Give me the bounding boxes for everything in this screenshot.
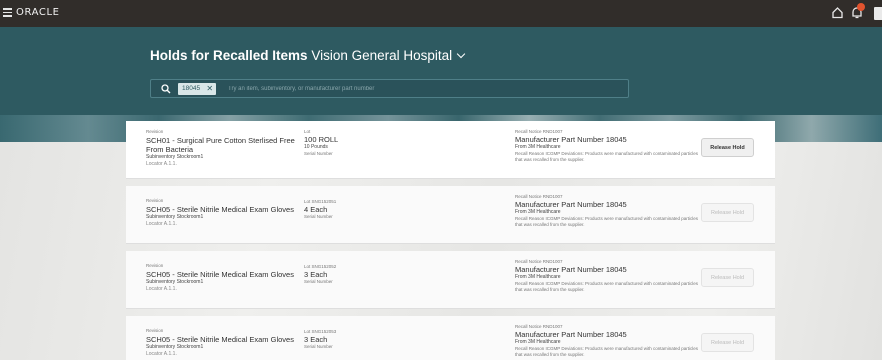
secondary-quantity: 10 Pounds bbox=[304, 144, 328, 150]
user-avatar[interactable] bbox=[874, 7, 882, 20]
search-bar[interactable]: 18045 ✕ bbox=[150, 79, 629, 98]
manufacturer-part-number: Manufacturer Part Number 18045 bbox=[515, 265, 627, 274]
release-hold-button[interactable]: Release Hold bbox=[701, 268, 754, 287]
revision-label: Revision bbox=[146, 328, 164, 333]
manufacturer-part-number: Manufacturer Part Number 18045 bbox=[515, 135, 627, 144]
manufacturer: From 3M Healthcare bbox=[515, 274, 561, 280]
quantity-details: Lot 100 ROLL 10 Pounds Serial Number bbox=[304, 129, 424, 157]
manufacturer: From 3M Healthcare bbox=[515, 144, 561, 150]
hold-card: Revision SCH05 - Sterile Nitrile Medical… bbox=[126, 251, 775, 309]
hold-card: Revision SCH05 - Sterile Nitrile Medical… bbox=[126, 186, 775, 244]
oracle-logo[interactable]: ORACLE bbox=[16, 7, 60, 18]
subinventory: Subinventory Stockroom1 bbox=[146, 279, 204, 285]
page-title: Holds for Recalled Items Vision General … bbox=[150, 48, 466, 63]
release-hold-button[interactable]: Release Hold bbox=[701, 203, 754, 222]
revision-label: Revision bbox=[146, 263, 164, 268]
item-details: Revision SCH05 - Sterile Nitrile Medical… bbox=[146, 328, 321, 358]
recall-reason: Recall Reason ICGMP Deviations: Products… bbox=[515, 281, 699, 292]
item-name: SCH01 - Surgical Pure Cotton Sterlised F… bbox=[146, 136, 295, 154]
locator: Locator A.1.1. bbox=[146, 221, 177, 227]
location-selector[interactable]: Vision General Hospital bbox=[311, 48, 466, 63]
quantity-details: Lot SNG152051 4 Each Serial Number bbox=[304, 199, 424, 220]
manufacturer: From 3M Healthcare bbox=[515, 209, 561, 215]
quantity: 3 Each bbox=[304, 335, 328, 344]
quantity-details: Lot SNG152052 3 Each Serial Number bbox=[304, 264, 424, 285]
item-details: Revision SCH05 - Sterile Nitrile Medical… bbox=[146, 263, 321, 293]
release-hold-button[interactable]: Release Hold bbox=[701, 138, 754, 157]
quantity: 4 Each bbox=[304, 205, 328, 214]
item-details: Revision SCH05 - Sterile Nitrile Medical… bbox=[146, 198, 321, 228]
subinventory: Subinventory Stockroom1 bbox=[146, 214, 204, 220]
serial-number-label: Serial Number bbox=[304, 279, 333, 284]
chip-label: 18045 bbox=[182, 85, 201, 92]
item-name: SCH05 - Sterile Nitrile Medical Exam Glo… bbox=[146, 270, 294, 279]
quantity-details: Lot SNG152053 3 Each Serial Number bbox=[304, 329, 424, 350]
recall-details: Recall Notice RND1007 Manufacturer Part … bbox=[515, 194, 700, 228]
manufacturer: From 3M Healthcare bbox=[515, 339, 561, 345]
item-name: SCH05 - Sterile Nitrile Medical Exam Glo… bbox=[146, 335, 294, 344]
item-details: Revision SCH01 - Surgical Pure Cotton St… bbox=[146, 129, 321, 168]
recall-details: Recall Notice RND1007 Manufacturer Part … bbox=[515, 259, 700, 293]
hamburger-menu-icon[interactable] bbox=[3, 8, 12, 17]
subinventory: Subinventory Stockroom1 bbox=[146, 344, 204, 350]
locator: Locator A.1.1. bbox=[146, 286, 177, 292]
hold-card: Revision SCH05 - Sterile Nitrile Medical… bbox=[126, 316, 775, 360]
recall-reason: Recall Reason ICGMP Deviations: Products… bbox=[515, 216, 699, 227]
manufacturer-part-number: Manufacturer Part Number 18045 bbox=[515, 200, 627, 209]
serial-number-label: Serial Number bbox=[304, 214, 333, 219]
search-icon bbox=[161, 84, 171, 94]
home-icon[interactable] bbox=[831, 6, 844, 19]
serial-number-label: Serial Number bbox=[304, 151, 333, 156]
subinventory: Subinventory Stockroom1 bbox=[146, 154, 204, 160]
search-input[interactable] bbox=[228, 83, 618, 95]
hold-card: Revision SCH01 - Surgical Pure Cotton St… bbox=[126, 121, 775, 179]
recall-details: Recall Notice RND1007 Manufacturer Part … bbox=[515, 324, 700, 358]
recall-reason: Recall Reason ICGMP Deviations: Products… bbox=[515, 346, 699, 357]
serial-number-label: Serial Number bbox=[304, 344, 333, 349]
locator: Locator A.1.1. bbox=[146, 351, 177, 357]
page-title-text: Holds for Recalled Items bbox=[150, 48, 308, 63]
revision-label: Revision bbox=[146, 198, 164, 203]
manufacturer-part-number: Manufacturer Part Number 18045 bbox=[515, 330, 627, 339]
recall-reason: Recall Reason ICGMP Deviations: Products… bbox=[515, 151, 699, 162]
search-filter-chip: 18045 ✕ bbox=[178, 83, 217, 95]
locator: Locator A.1.1. bbox=[146, 161, 177, 167]
release-hold-button[interactable]: Release Hold bbox=[701, 333, 754, 352]
quantity: 100 ROLL bbox=[304, 135, 339, 144]
location-name: Vision General Hospital bbox=[311, 48, 453, 63]
close-icon[interactable]: ✕ bbox=[206, 83, 213, 95]
global-header: ORACLE bbox=[0, 0, 882, 27]
quantity: 3 Each bbox=[304, 270, 328, 279]
item-name: SCH05 - Sterile Nitrile Medical Exam Glo… bbox=[146, 205, 294, 214]
chevron-down-icon bbox=[456, 49, 466, 59]
revision-label: Revision bbox=[146, 129, 164, 134]
notification-badge bbox=[857, 3, 865, 11]
recall-details: Recall Notice RND1007 Manufacturer Part … bbox=[515, 129, 700, 163]
